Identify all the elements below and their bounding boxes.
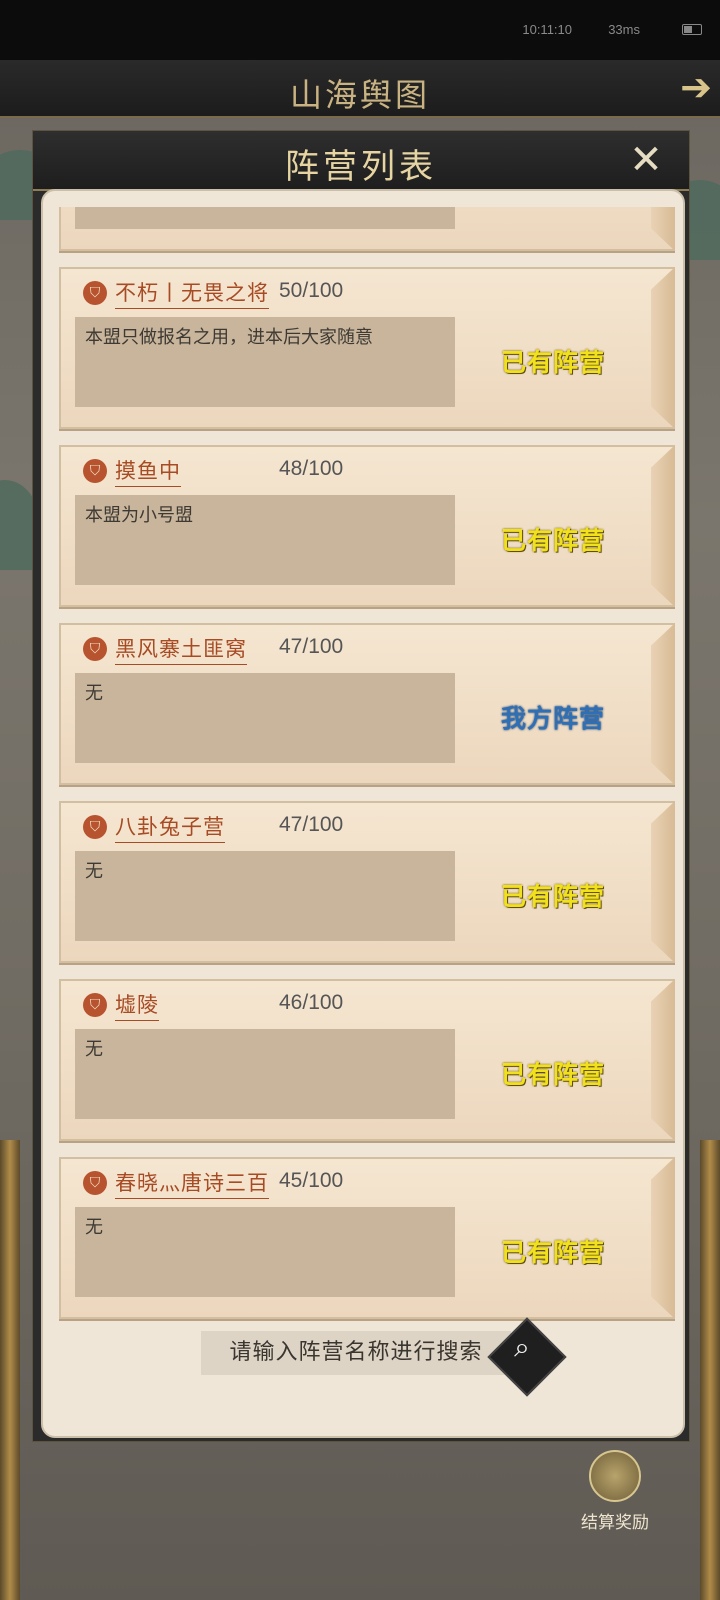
close-icon: ✕ [629, 137, 663, 183]
camp-member-count: 48/100 [279, 457, 344, 480]
camp-member-count: 47/100 [279, 635, 344, 658]
modal-header: 阵营列表 ✕ [33, 131, 689, 191]
camp-status: 已有阵营 [501, 526, 606, 555]
camp-emblem-icon: ⛉ [83, 993, 107, 1017]
camp-description: 本盟只做报名之用，进本后大家随意 [75, 317, 455, 407]
camp-card[interactable]: ⛉ 摸鱼中 48/100 本盟为小号盟 已有阵营 [59, 445, 675, 607]
camp-name[interactable]: 不朽丨无畏之将 [115, 277, 269, 309]
camp-list[interactable]: ⛉ 不朽丨无畏之将 50/100 本盟只做报名之用，进本后大家随意 已有阵营 ⛉… [59, 207, 675, 1337]
camp-name[interactable]: 春晓灬唐诗三百 [115, 1167, 269, 1199]
search-icon: ⌕ [514, 1330, 530, 1364]
camp-status: 已有阵营 [501, 1060, 606, 1089]
camp-member-count: 45/100 [279, 1169, 344, 1192]
camp-description: 本盟为小号盟 [75, 495, 455, 585]
settlement-reward-button[interactable]: 结算奖励 [560, 1450, 670, 1533]
camp-description [75, 207, 455, 229]
forward-arrow-icon[interactable]: ➔ [622, 66, 712, 108]
camp-list-modal: 阵营列表 ✕ ⛉ 不朽丨无畏之将 50/100 本盟只做报名之用，进本后大家随意… [32, 130, 690, 1442]
camp-description: 无 [75, 1207, 455, 1297]
camp-search-input[interactable]: 请输入阵营名称进行搜索 [201, 1331, 511, 1375]
camp-card-partial[interactable] [59, 207, 675, 251]
camp-name[interactable]: 摸鱼中 [115, 455, 181, 487]
camp-card[interactable]: ⛉ 黑风寨土匪窝 47/100 无 我方阵营 [59, 623, 675, 785]
reward-chest-icon [589, 1450, 641, 1502]
camp-card[interactable]: ⛉ 八卦兔子营 47/100 无 已有阵营 [59, 801, 675, 963]
camp-emblem-icon: ⛉ [83, 281, 107, 305]
map-header: 山海舆图 ➔ [0, 60, 720, 118]
camp-emblem-icon: ⛉ [83, 459, 107, 483]
camp-status: 已有阵营 [501, 882, 606, 911]
reward-label: 结算奖励 [581, 1513, 649, 1533]
camp-description: 无 [75, 1029, 455, 1119]
map-title: 山海舆图 [289, 76, 430, 114]
camp-member-count: 46/100 [279, 991, 344, 1014]
camp-member-count: 50/100 [279, 279, 344, 302]
camp-card[interactable]: ⛉ 春晓灬唐诗三百 45/100 无 已有阵营 [59, 1157, 675, 1319]
camp-list-panel: ⛉ 不朽丨无畏之将 50/100 本盟只做报名之用，进本后大家随意 已有阵营 ⛉… [41, 189, 685, 1438]
camp-name[interactable]: 墟陵 [115, 989, 159, 1021]
battery-icon [682, 24, 702, 35]
camp-name[interactable]: 八卦兔子营 [115, 811, 225, 843]
clock: 10:11:10 [522, 22, 572, 37]
camp-status: 我方阵营 [501, 704, 606, 733]
camp-card[interactable]: ⛉ 墟陵 46/100 无 已有阵营 [59, 979, 675, 1141]
camp-status: 已有阵营 [501, 348, 606, 377]
camp-description: 无 [75, 851, 455, 941]
camp-status: 已有阵营 [501, 1238, 606, 1267]
camp-emblem-icon: ⛉ [83, 1171, 107, 1195]
camp-card[interactable]: ⛉ 不朽丨无畏之将 50/100 本盟只做报名之用，进本后大家随意 已有阵营 [59, 267, 675, 429]
camp-description: 无 [75, 673, 455, 763]
close-button[interactable]: ✕ [623, 137, 669, 183]
camp-emblem-icon: ⛉ [83, 815, 107, 839]
camp-name[interactable]: 黑风寨土匪窝 [115, 633, 247, 665]
network-latency: 33ms [608, 22, 640, 37]
status-bar: 10:11:10 33ms [0, 0, 720, 60]
modal-title: 阵营列表 [285, 147, 437, 187]
camp-member-count: 47/100 [279, 813, 344, 836]
camp-emblem-icon: ⛉ [83, 637, 107, 661]
